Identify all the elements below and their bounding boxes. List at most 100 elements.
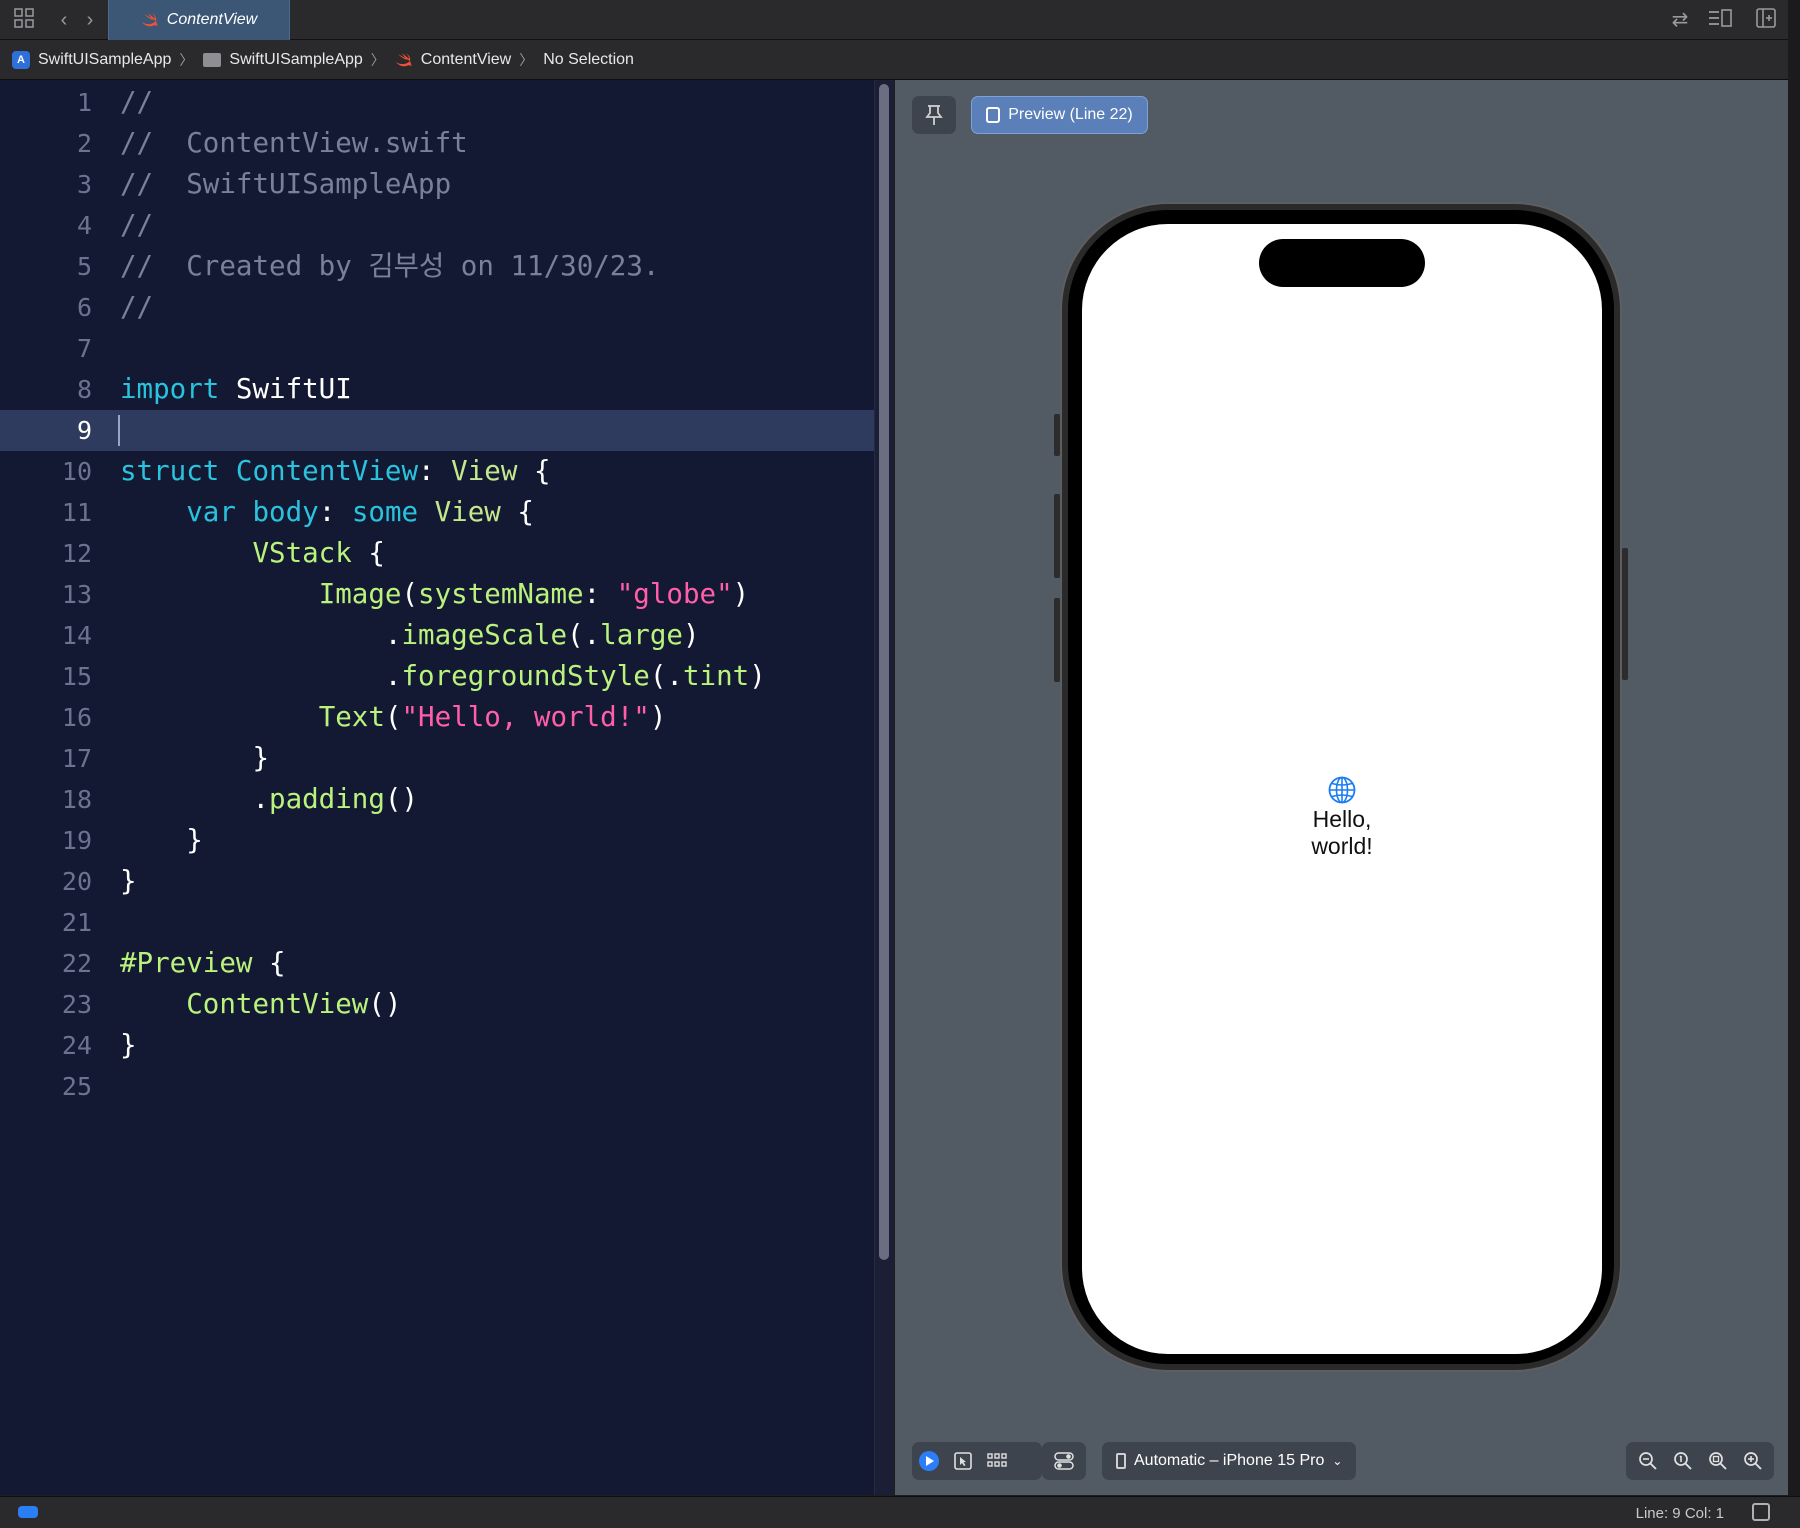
back-icon[interactable]: ‹ bbox=[52, 8, 76, 32]
code-token: // Created by 김부성 on 11/30/23. bbox=[120, 250, 660, 282]
line-number: 18 bbox=[61, 785, 92, 814]
globe-icon bbox=[1328, 776, 1356, 804]
code-line[interactable]: 13 Image(systemName: "globe") bbox=[0, 574, 874, 615]
code-line[interactable]: 9 bbox=[0, 410, 874, 451]
code-text: var body: some View { bbox=[120, 492, 534, 533]
code-token: "globe" bbox=[616, 578, 733, 610]
code-token: ) bbox=[749, 660, 766, 692]
zoom-out-icon[interactable] bbox=[1638, 1451, 1658, 1471]
code-token: "Hello, world!" bbox=[401, 701, 650, 733]
breadcrumb-file[interactable]: ContentView bbox=[395, 51, 511, 69]
code-text: // SwiftUISampleApp bbox=[120, 164, 451, 205]
code-line[interactable]: 1 // bbox=[0, 82, 874, 123]
code-line[interactable]: 2 // ContentView.swift bbox=[0, 123, 874, 164]
code-token: struct bbox=[120, 455, 220, 487]
tab-contentview[interactable]: ContentView bbox=[108, 0, 290, 40]
code-line[interactable]: 22 #Preview { bbox=[0, 943, 874, 984]
zoom-actual-size-icon[interactable] bbox=[1673, 1451, 1693, 1471]
add-editor-icon[interactable] bbox=[1754, 8, 1778, 32]
code-token: : bbox=[583, 578, 617, 610]
code-line[interactable]: 6 // bbox=[0, 287, 874, 328]
breadcrumb-folder[interactable]: SwiftUISampleApp bbox=[203, 51, 363, 69]
pin-icon bbox=[925, 105, 943, 125]
line-number: 14 bbox=[61, 621, 92, 650]
breadcrumb-selection[interactable]: No Selection bbox=[543, 51, 634, 69]
editor-scrollbar[interactable] bbox=[879, 84, 889, 1260]
zoom-to-fit-icon[interactable] bbox=[1708, 1451, 1728, 1471]
code-line[interactable]: 21 bbox=[0, 902, 874, 943]
code-line[interactable]: 5 // Created by 김부성 on 11/30/23. bbox=[0, 246, 874, 287]
swap-icon[interactable]: ⇄ bbox=[1668, 8, 1692, 32]
zoom-in-icon[interactable] bbox=[1743, 1451, 1763, 1471]
code-text: .foregroundStyle(.tint) bbox=[120, 656, 766, 697]
code-line[interactable]: 23 ContentView() bbox=[0, 984, 874, 1025]
dynamic-island bbox=[1259, 239, 1425, 287]
code-text: .padding() bbox=[120, 779, 418, 820]
zoom-controls bbox=[1626, 1442, 1774, 1480]
code-token: Text bbox=[318, 701, 385, 733]
breadcrumb-project[interactable]: A SwiftUISampleApp bbox=[12, 50, 171, 69]
code-token: // ContentView.swift bbox=[120, 127, 468, 159]
code-text: import SwiftUI bbox=[120, 369, 352, 410]
line-number: 5 bbox=[76, 252, 92, 281]
code-line[interactable]: 24} bbox=[0, 1025, 874, 1066]
variants-grid-icon bbox=[987, 1453, 1007, 1467]
preview-selector-button[interactable]: Preview (Line 22) bbox=[971, 96, 1148, 134]
code-token: . bbox=[120, 783, 270, 815]
toggle-debug-area-icon[interactable] bbox=[1752, 1503, 1770, 1521]
code-line[interactable]: 12 VStack { bbox=[0, 533, 874, 574]
code-line[interactable]: 17 } bbox=[0, 738, 874, 779]
code-text: // Created by 김부성 on 11/30/23. bbox=[120, 246, 659, 287]
code-token: // SwiftUISampleApp bbox=[120, 168, 452, 200]
code-token: View bbox=[451, 455, 518, 487]
code-line[interactable]: 14 .imageScale(.large) bbox=[0, 615, 874, 656]
code-editor[interactable]: 1 // 2 // ContentView.swift 3 // SwiftUISampl… bbox=[0, 80, 874, 1495]
code-line[interactable]: 11 var body: some View { bbox=[0, 492, 874, 533]
code-token: large bbox=[600, 619, 683, 651]
code-text: // ContentView.swift bbox=[120, 123, 468, 164]
code-line[interactable]: 10 struct ContentView: View { bbox=[0, 451, 874, 492]
code-line[interactable]: 7 bbox=[0, 328, 874, 369]
code-line[interactable]: 3 // SwiftUISampleApp bbox=[0, 164, 874, 205]
play-icon bbox=[919, 1451, 939, 1471]
code-token: #Preview bbox=[120, 947, 253, 979]
line-number: 12 bbox=[61, 539, 92, 568]
editor-options-icon[interactable] bbox=[1706, 8, 1734, 32]
line-number: 10 bbox=[61, 457, 92, 486]
code-text: Image(systemName: "globe") bbox=[120, 574, 750, 615]
code-line[interactable]: 19 } bbox=[0, 820, 874, 861]
code-token: } bbox=[120, 865, 137, 897]
code-token: // bbox=[120, 209, 154, 241]
code-token: : bbox=[318, 496, 352, 528]
phone-power-button bbox=[1622, 548, 1628, 680]
forward-icon[interactable]: › bbox=[78, 8, 102, 32]
cursor-position: Line: 9 Col: 1 bbox=[1635, 1505, 1724, 1522]
code-line[interactable]: 20} bbox=[0, 861, 874, 902]
pin-preview-button[interactable] bbox=[912, 96, 956, 134]
code-token: { bbox=[500, 496, 534, 528]
code-line[interactable]: 15 .foregroundStyle(.tint) bbox=[0, 656, 874, 697]
code-line[interactable]: 8 import SwiftUI bbox=[0, 369, 874, 410]
related-items-icon[interactable] bbox=[12, 8, 36, 32]
code-token: imageScale bbox=[401, 619, 568, 651]
line-number: 7 bbox=[76, 334, 92, 363]
selectable-mode-button[interactable] bbox=[946, 1444, 980, 1478]
code-line[interactable]: 18 .padding() bbox=[0, 779, 874, 820]
line-number: 19 bbox=[61, 826, 92, 855]
device-selector[interactable]: Automatic – iPhone 15 Pro ⌄ bbox=[1102, 1442, 1357, 1480]
code-line[interactable]: 4 // bbox=[0, 205, 874, 246]
variants-button[interactable] bbox=[980, 1444, 1014, 1478]
window-edge bbox=[1788, 0, 1800, 1528]
line-number: 24 bbox=[61, 1031, 92, 1060]
code-line[interactable]: 25 bbox=[0, 1066, 874, 1107]
line-number: 16 bbox=[61, 703, 92, 732]
code-token: (. bbox=[567, 619, 601, 651]
code-line[interactable]: 16 Text("Hello, world!") bbox=[0, 697, 874, 738]
code-token: . bbox=[120, 660, 402, 692]
device-settings-button[interactable] bbox=[1042, 1442, 1086, 1480]
debug-area-indicator-icon[interactable] bbox=[18, 1506, 38, 1518]
live-preview-button[interactable] bbox=[912, 1444, 946, 1478]
line-number: 6 bbox=[76, 293, 92, 322]
